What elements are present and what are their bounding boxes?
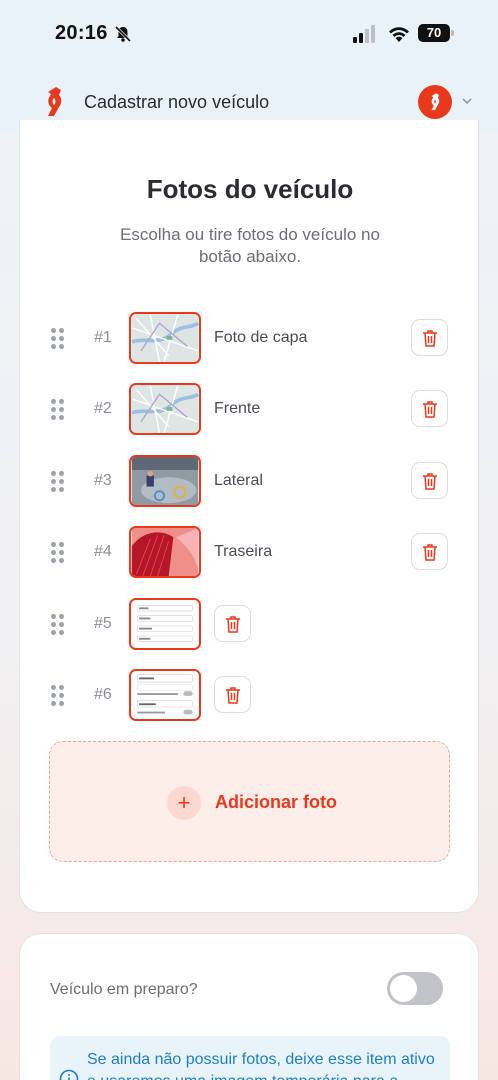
- trash-icon: [422, 472, 437, 490]
- section-title: Fotos do veículo: [146, 174, 354, 204]
- photo-thumbnail[interactable]: [129, 312, 201, 364]
- header-title: Cadastrar novo veículo: [84, 92, 270, 112]
- delete-photo-button[interactable]: [411, 533, 448, 570]
- photo-number: #5: [94, 615, 112, 632]
- bell-muted-icon: [114, 25, 132, 43]
- drag-handle-icon[interactable]: [51, 542, 65, 563]
- info-icon: [59, 1069, 79, 1080]
- trash-icon: [422, 329, 437, 347]
- photos-card: Fotos do veículo Escolha ou tire fotos d…: [19, 120, 479, 913]
- status-bar: 20:16 70: [0, 0, 498, 68]
- photo-thumbnail[interactable]: [129, 383, 201, 435]
- clock: 20:16: [55, 22, 108, 44]
- cellular-signal-icon: [353, 25, 375, 43]
- plus-icon: +: [167, 786, 201, 820]
- info-box: Se ainda não possuir fotos, deixe esse i…: [50, 1036, 450, 1080]
- drag-handle-icon[interactable]: [51, 399, 65, 420]
- section-subtitle: Escolha ou tire fotos do veículo no botã…: [120, 225, 380, 266]
- delete-photo-button[interactable]: [214, 605, 251, 642]
- prep-card: Veículo em preparo? Se ainda não possuir…: [19, 933, 479, 1080]
- battery-icon: 70: [418, 22, 454, 44]
- photo-number: #4: [94, 543, 112, 560]
- photo-thumbnail[interactable]: [129, 598, 201, 650]
- chevron-down-icon[interactable]: [461, 96, 473, 106]
- photo-label: Lateral: [214, 472, 263, 489]
- battery-level: 70: [418, 24, 450, 42]
- photo-label: Traseira: [214, 543, 273, 560]
- trash-icon: [422, 400, 437, 418]
- photo-number: #6: [94, 686, 112, 703]
- photo-number: #2: [94, 400, 112, 417]
- photo-label: Frente: [214, 400, 261, 417]
- photo-row: #4 Traseira: [20, 526, 480, 578]
- avatar-logo-icon: [431, 93, 440, 111]
- trash-icon: [422, 543, 437, 561]
- delete-photo-button[interactable]: [411, 390, 448, 427]
- brand-logo-icon: [48, 87, 62, 116]
- delete-photo-button[interactable]: [214, 676, 251, 713]
- photo-row: #1 Foto de capa: [20, 312, 480, 364]
- photo-row: #5: [20, 598, 480, 650]
- photo-thumbnail[interactable]: [129, 526, 201, 578]
- drag-handle-icon[interactable]: [51, 328, 65, 349]
- photo-row: #6: [20, 669, 480, 721]
- drag-handle-icon[interactable]: [51, 614, 65, 635]
- drag-handle-icon[interactable]: [51, 471, 65, 492]
- add-photo-button[interactable]: + Adicionar foto: [49, 741, 450, 862]
- prep-label: Veículo em preparo?: [50, 981, 198, 998]
- info-text: Se ainda não possuir fotos, deixe esse i…: [87, 1051, 435, 1080]
- photo-number: #1: [94, 329, 112, 346]
- wifi-icon: [389, 27, 409, 42]
- prep-toggle[interactable]: [387, 972, 443, 1005]
- delete-photo-button[interactable]: [411, 319, 448, 356]
- user-avatar[interactable]: [418, 85, 452, 119]
- photo-row: #3 Lateral: [20, 455, 480, 507]
- toggle-knob: [390, 975, 417, 1002]
- photo-row: #2 Frente: [20, 383, 480, 435]
- photo-number: #3: [94, 472, 112, 489]
- trash-icon: [225, 615, 240, 633]
- trash-icon: [225, 686, 240, 704]
- photo-thumbnail[interactable]: [129, 455, 201, 507]
- photo-label: Foto de capa: [214, 329, 308, 346]
- photo-thumbnail[interactable]: [129, 669, 201, 721]
- add-photo-label: Adicionar foto: [215, 792, 337, 812]
- delete-photo-button[interactable]: [411, 462, 448, 499]
- drag-handle-icon[interactable]: [51, 685, 65, 706]
